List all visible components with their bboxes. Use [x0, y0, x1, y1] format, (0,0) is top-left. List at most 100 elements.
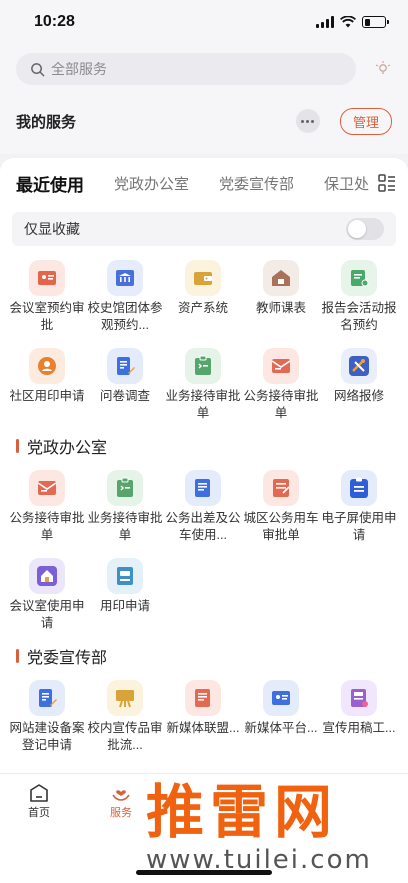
easel-icon	[107, 680, 143, 716]
certificate-icon	[341, 260, 377, 296]
recent-app-label: 会议室预约审批	[9, 301, 85, 332]
clipboard-icon	[107, 470, 143, 506]
recent-app-label: 社区用印申请	[9, 389, 85, 403]
recent-app-label: 业务接待审批单	[165, 389, 241, 420]
propaganda-app-item[interactable]: 新媒体平台...	[242, 672, 320, 760]
section-party-office-title: 党政办公室	[0, 430, 408, 462]
signal-icon	[316, 16, 334, 28]
grid-list-icon[interactable]	[372, 174, 396, 197]
envelope-icon	[263, 348, 299, 384]
tab-recent[interactable]: 最近使用	[16, 171, 84, 196]
status-bar: 10:28	[0, 0, 408, 44]
my-services-title: 我的服务	[16, 113, 77, 131]
manage-button[interactable]: 管理	[339, 107, 392, 135]
recent-app-item[interactable]: 网络报修	[320, 340, 398, 428]
tab-propaganda[interactable]: 党委宣传部	[219, 173, 294, 194]
lightbulb-icon[interactable]	[356, 60, 392, 78]
form-icon	[263, 470, 299, 506]
document-icon	[185, 680, 221, 716]
document-edit-icon	[107, 348, 143, 384]
recent-apps-grid: 会议室预约审批 校史馆团体参观预约... 资产系统 教师课表 报告会活动报名预约社区用印…	[0, 252, 408, 428]
party-office-app-label: 业务接待审批单	[87, 511, 163, 542]
recent-app-label: 网络报修	[333, 389, 384, 403]
nav-home[interactable]: 首页	[28, 782, 50, 820]
recent-app-item[interactable]: 公务接待审批单	[242, 340, 320, 428]
home-icon	[29, 558, 65, 594]
recent-app-label: 公务接待审批单	[243, 389, 319, 420]
recent-app-item[interactable]: 问卷调查	[86, 340, 164, 428]
favorites-label: 仅显收藏	[24, 221, 80, 237]
search-icon	[31, 62, 45, 76]
search-placeholder: 全部服务	[51, 61, 107, 77]
tab-party-office[interactable]: 党政办公室	[114, 173, 189, 194]
party-office-app-label: 公务接待审批单	[9, 511, 85, 542]
museum-icon	[107, 260, 143, 296]
party-office-app-item[interactable]: 会议室使用申请	[8, 550, 86, 638]
party-office-app-item[interactable]: 公务接待审批单	[8, 462, 86, 550]
recent-app-item[interactable]: 资产系统	[164, 252, 242, 340]
propaganda-app-item[interactable]: 校内宣传品审批流...	[86, 672, 164, 760]
propaganda-app-label: 新媒体平台...	[244, 721, 318, 735]
recent-app-item[interactable]: 校史馆团体参观预约...	[86, 252, 164, 340]
recent-app-label: 报告会活动报名预约	[321, 301, 397, 332]
stamp-icon	[107, 558, 143, 594]
heart-hands-icon	[112, 790, 130, 801]
propaganda-app-item[interactable]: 网站建设备案登记申请	[8, 672, 86, 760]
recent-app-item[interactable]: 业务接待审批单	[164, 340, 242, 428]
party-office-app-item[interactable]: 业务接待审批单	[86, 462, 164, 550]
recent-app-label: 校史馆团体参观预约...	[87, 301, 163, 332]
propaganda-apps-grid: 网站建设备案登记申请 校内宣传品审批流... 新媒体联盟... 新媒体平台... 宣传用…	[0, 672, 408, 760]
propaganda-app-label: 校内宣传品审批流...	[87, 721, 163, 752]
category-tabs: 最近使用 党政办公室 党委宣传部 保卫处	[0, 158, 408, 208]
nav-home-label: 首页	[28, 807, 50, 819]
home-nav-icon	[30, 784, 48, 802]
more-button[interactable]	[295, 109, 320, 133]
battery-icon	[362, 16, 389, 28]
tab-security[interactable]: 保卫处	[324, 173, 369, 194]
party-office-app-item[interactable]: 城区公务用车审批单	[242, 462, 320, 550]
propaganda-app-label: 宣传用稿工...	[322, 721, 396, 735]
party-office-app-label: 城区公务用车审批单	[243, 511, 319, 542]
wallet-icon	[185, 260, 221, 296]
watermark-logo: 推雷网 www.tuilei.com	[138, 765, 408, 883]
status-icons	[316, 16, 389, 28]
nav-services-label: 服务	[110, 807, 132, 819]
search-input[interactable]: 全部服务	[16, 53, 356, 85]
party-office-app-label: 用印申请	[99, 599, 150, 613]
party-office-app-label: 电子屏使用申请	[321, 511, 397, 542]
document-edit-icon	[29, 680, 65, 716]
propaganda-app-label: 新媒体联盟...	[166, 721, 240, 735]
search-row: 全部服务	[0, 44, 408, 88]
party-office-app-item[interactable]: 电子屏使用申请	[320, 462, 398, 550]
recent-app-item[interactable]: 会议室预约审批	[8, 252, 86, 340]
propaganda-app-item[interactable]: 新媒体联盟...	[164, 672, 242, 760]
nav-services[interactable]: 服务	[110, 782, 132, 820]
party-office-app-label: 会议室使用申请	[9, 599, 85, 630]
party-office-app-item[interactable]: 公务出差及公车使用...	[164, 462, 242, 550]
favorites-toggle[interactable]	[346, 218, 384, 240]
favorites-filter: 仅显收藏	[12, 212, 396, 246]
party-office-app-label: 公务出差及公车使用...	[165, 511, 241, 542]
recent-app-item[interactable]: 教师课表	[242, 252, 320, 340]
party-office-app-item[interactable]: 用印申请	[86, 550, 164, 638]
newspaper-icon	[341, 680, 377, 716]
status-time: 10:28	[34, 13, 75, 30]
document-icon	[185, 470, 221, 506]
watermark-text: 推雷网	[146, 778, 339, 846]
id-card-icon	[263, 680, 299, 716]
recent-app-label: 资产系统	[177, 301, 228, 315]
party-office-apps-grid: 公务接待审批单 业务接待审批单 公务出差及公车使用... 城区公务用车审批单 电子屏使用…	[0, 462, 408, 638]
tools-icon	[341, 348, 377, 384]
id-card-icon	[29, 260, 65, 296]
house-icon	[263, 260, 299, 296]
propaganda-app-item[interactable]: 宣传用稿工...	[320, 672, 398, 760]
recent-app-item[interactable]: 报告会活动报名预约	[320, 252, 398, 340]
recent-app-label: 教师课表	[255, 301, 306, 315]
envelope-icon	[29, 470, 65, 506]
clipboard-list-icon	[341, 470, 377, 506]
clipboard-icon	[185, 348, 221, 384]
wifi-icon	[340, 16, 356, 28]
watermark-url: www.tuilei.com	[146, 845, 372, 875]
recent-app-item[interactable]: 社区用印申请	[8, 340, 86, 428]
user-icon	[29, 348, 65, 384]
